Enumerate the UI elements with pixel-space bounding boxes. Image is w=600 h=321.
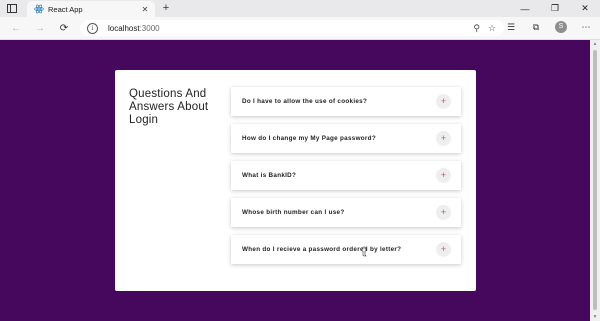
faq-question: Do I have to allow the use of cookies? — [242, 98, 368, 105]
mouse-cursor-icon — [362, 246, 367, 257]
plus-icon[interactable]: + — [436, 205, 451, 220]
window-controls: — ❐ ✕ — [510, 0, 600, 17]
plus-icon[interactable]: + — [436, 94, 451, 109]
forward-arrow-icon[interactable]: → — [33, 21, 47, 35]
favorites-icon[interactable]: ☰ — [505, 22, 517, 33]
scroll-down-icon[interactable]: ▼ — [592, 314, 598, 320]
tab-actions-icon[interactable] — [6, 2, 18, 14]
minimize-icon[interactable]: — — [510, 0, 540, 17]
toolbar-right-tools: ☰ ⧉ S ⋯ — [505, 21, 592, 33]
url-port: :3000 — [139, 23, 160, 33]
faq-question: How do I change my My Page password? — [242, 135, 376, 142]
more-menu-icon[interactable]: ⋯ — [580, 22, 592, 33]
faq-heading: Questions And Answers About Login — [129, 88, 209, 126]
faq-list: Do I have to allow the use of cookies? +… — [231, 87, 461, 272]
tab-strip: React App ✕ + — ❐ ✕ — [0, 0, 600, 17]
url-text[interactable]: localhost:3000 — [108, 24, 160, 33]
close-window-icon[interactable]: ✕ — [570, 0, 600, 17]
faq-question: When do I recieve a password ordered by … — [242, 246, 402, 253]
page-scrollbar[interactable]: ▲ ▼ — [590, 40, 600, 321]
faq-item[interactable]: How do I change my My Page password? + — [231, 124, 461, 153]
refresh-icon[interactable]: ⟳ — [57, 21, 71, 35]
browser-toolbar: ← → ⟳ i localhost:3000 ⚲ ☆ ☰ ⧉ S ⋯ — [0, 17, 600, 40]
faq-question: Whose birth number can I use? — [242, 209, 345, 216]
tab-title: React App — [48, 4, 83, 14]
tab-close-icon[interactable]: ✕ — [139, 5, 151, 14]
plus-icon[interactable]: + — [436, 242, 451, 257]
profile-avatar-icon[interactable]: S — [555, 21, 567, 33]
address-bar[interactable]: i localhost:3000 ⚲ ☆ — [80, 20, 504, 36]
page-viewport: Questions And Answers About Login Do I h… — [0, 40, 590, 321]
faq-item[interactable]: What is BankID? + — [231, 161, 461, 190]
faq-item[interactable]: When do I recieve a password ordered by … — [231, 235, 461, 264]
new-tab-button[interactable]: + — [160, 2, 172, 14]
collections-icon[interactable]: ⧉ — [530, 22, 542, 33]
zoom-icon[interactable]: ⚲ — [473, 23, 480, 34]
plus-icon[interactable]: + — [436, 131, 451, 146]
favorite-star-icon[interactable]: ☆ — [488, 23, 496, 34]
browser-tab[interactable]: React App ✕ — [27, 1, 155, 17]
restore-icon[interactable]: ❐ — [540, 0, 570, 17]
faq-question: What is BankID? — [242, 172, 297, 179]
url-host: localhost — [108, 23, 140, 33]
plus-icon[interactable]: + — [436, 168, 451, 183]
scroll-thumb[interactable] — [593, 50, 597, 310]
react-icon — [34, 4, 44, 14]
faq-item[interactable]: Whose birth number can I use? + — [231, 198, 461, 227]
info-icon[interactable]: i — [87, 22, 98, 34]
back-arrow-icon[interactable]: ← — [9, 21, 23, 35]
scroll-up-icon[interactable]: ▲ — [592, 41, 598, 47]
faq-card: Questions And Answers About Login Do I h… — [115, 70, 476, 291]
faq-item[interactable]: Do I have to allow the use of cookies? + — [231, 87, 461, 116]
